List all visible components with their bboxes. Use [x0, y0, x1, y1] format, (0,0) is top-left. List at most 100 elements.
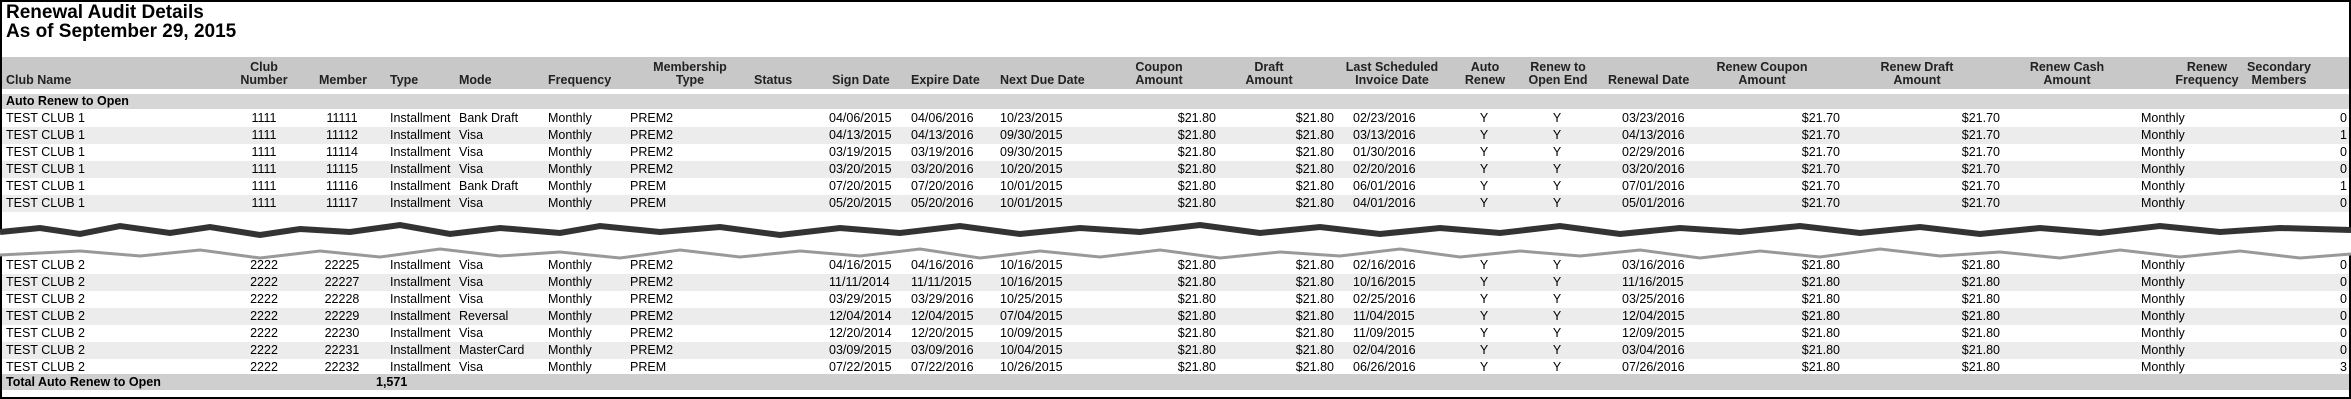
- table-cell-mode: MasterCard: [459, 343, 525, 357]
- table-cell-club-name: TEST CLUB 1: [6, 162, 85, 176]
- table-cell-coupon-amount: $21.80: [1177, 326, 1216, 340]
- table-cell-auto-renew: Y: [1479, 145, 1489, 159]
- header-renew-cash-amount: Renew Cash Amount: [2029, 60, 2105, 87]
- table-cell-sign-date: 12/20/2014: [829, 326, 892, 340]
- table-cell-renewal-date: 03/20/2016: [1622, 162, 1685, 176]
- table-cell-renew-frequency: Monthly: [2141, 162, 2185, 176]
- table-cell-club-number: 1111: [251, 111, 277, 125]
- table-cell-expire-date: 05/20/2016: [911, 196, 974, 210]
- table-cell-renew-draft-amount: $21.70: [1961, 128, 2000, 142]
- table-cell-membership-type: PREM2: [630, 292, 674, 306]
- table-cell-auto-renew: Y: [1479, 128, 1489, 142]
- table-cell-frequency: Monthly: [548, 309, 592, 323]
- header-next-due-date: Next Due Date: [1000, 73, 1085, 87]
- table-cell-renewal-date: 07/01/2016: [1622, 179, 1685, 193]
- table-cell-coupon-amount: $21.80: [1177, 162, 1216, 176]
- table-cell-secondary-members: 0: [2340, 111, 2347, 125]
- table-cell-last-scheduled-invoice-date: 03/13/2016: [1353, 128, 1416, 142]
- table-cell-renewal-date: 03/23/2016: [1622, 111, 1685, 125]
- table-row: TEST CLUB 2 2222 22230 Installment Visa Month…: [2, 325, 2349, 342]
- table-cell-renew-coupon-amount: $21.70: [1801, 128, 1840, 142]
- table-cell-club-number: 1111: [251, 162, 277, 176]
- table-cell-renewal-date: 12/09/2015: [1622, 326, 1685, 340]
- table-row: TEST CLUB 2 2222 22231 Installment MasterCar…: [2, 342, 2349, 359]
- table-cell-renew-frequency: Monthly: [2141, 309, 2185, 323]
- table-cell-renew-draft-amount: $21.80: [1961, 309, 2000, 323]
- table-cell-sign-date: 03/20/2015: [829, 162, 892, 176]
- table-cell-member: 11117: [326, 196, 358, 210]
- table-cell-secondary-members: 0: [2340, 162, 2347, 176]
- table-cell-type: Installment: [390, 292, 451, 306]
- table-cell-membership-type: PREM2: [630, 275, 674, 289]
- table-cell-secondary-members: 1: [2340, 128, 2347, 142]
- table-cell-auto-renew: Y: [1479, 162, 1489, 176]
- table-row: TEST CLUB 1 1111 11114 Installment Visa Month…: [2, 144, 2349, 161]
- table-cell-draft-amount: $21.80: [1295, 275, 1334, 289]
- table-cell-member: 22227: [324, 275, 360, 289]
- table-cell-club-name: TEST CLUB 2: [6, 275, 85, 289]
- table-cell-renew-frequency: Monthly: [2141, 128, 2185, 142]
- table-cell-club-name: TEST CLUB 1: [6, 196, 85, 210]
- table-cell-next-due-date: 09/30/2015: [1000, 145, 1063, 159]
- table-cell-sign-date: 04/13/2015: [829, 128, 892, 142]
- table-cell-frequency: Monthly: [548, 111, 592, 125]
- table-cell-club-name: TEST CLUB 1: [6, 128, 85, 142]
- table-cell-secondary-members: 0: [2340, 309, 2347, 323]
- table-cell-renew-frequency: Monthly: [2141, 343, 2185, 357]
- table-cell-auto-renew: Y: [1479, 292, 1489, 306]
- table-row: TEST CLUB 2 2222 22227 Installment Visa Month…: [2, 274, 2349, 291]
- column-header-row: Club Name Club Number Member Type Mode F…: [2, 57, 2349, 89]
- table-cell-club-name: TEST CLUB 2: [6, 326, 85, 340]
- table-cell-mode: Bank Draft: [459, 179, 519, 193]
- table-cell-renew-coupon-amount: $21.70: [1801, 196, 1840, 210]
- table-cell-next-due-date: 10/01/2015: [1000, 196, 1063, 210]
- table-cell-club-name: TEST CLUB 1: [6, 145, 85, 159]
- table-cell-renew-coupon-amount: $21.80: [1801, 309, 1840, 323]
- table-cell-mode: Visa: [459, 128, 484, 142]
- table-cell-draft-amount: $21.80: [1295, 111, 1334, 125]
- table-cell-last-scheduled-invoice-date: 02/04/2016: [1353, 343, 1416, 357]
- table-cell-renewal-date: 12/04/2015: [1622, 309, 1685, 323]
- table-cell-next-due-date: 10/20/2015: [1000, 162, 1063, 176]
- table-cell-mode: Visa: [459, 275, 484, 289]
- table-cell-auto-renew: Y: [1479, 111, 1489, 125]
- table-cell-draft-amount: $21.80: [1295, 326, 1334, 340]
- table-cell-last-scheduled-invoice-date: 04/01/2016: [1353, 196, 1416, 210]
- table-cell-auto-renew: Y: [1479, 326, 1489, 340]
- table-cell-draft-amount: $21.80: [1295, 292, 1334, 306]
- table-cell-coupon-amount: $21.80: [1177, 145, 1216, 159]
- report-title: Renewal Audit Details: [6, 2, 204, 23]
- table-cell-expire-date: 04/06/2016: [911, 111, 974, 125]
- table-cell-renew-draft-amount: $21.80: [1961, 292, 2000, 306]
- table-cell-renew-draft-amount: $21.70: [1961, 145, 2000, 159]
- table-cell-renewal-date: 04/13/2016: [1622, 128, 1685, 142]
- table-cell-renew-coupon-amount: $21.80: [1801, 343, 1840, 357]
- table-cell-expire-date: 07/20/2016: [911, 179, 974, 193]
- table-cell-draft-amount: $21.80: [1295, 309, 1334, 323]
- total-value: 1,571: [376, 375, 408, 389]
- table-cell-member: 11116: [326, 179, 358, 193]
- table-cell-renew-frequency: Monthly: [2141, 196, 2185, 210]
- table-cell-next-due-date: 10/04/2015: [1000, 343, 1063, 357]
- table-cell-next-due-date: 09/30/2015: [1000, 128, 1063, 142]
- table-cell-frequency: Monthly: [548, 179, 592, 193]
- table-cell-renew-to-open-end: Y: [1552, 145, 1562, 159]
- table-cell-club-number: 2222: [250, 309, 278, 323]
- header-renew-coupon-amount: Renew Coupon Amount: [1716, 60, 1808, 87]
- table-cell-renew-to-open-end: Y: [1552, 128, 1562, 142]
- table-row: TEST CLUB 1 1111 11117 Installment Visa Month…: [2, 195, 2349, 212]
- table-cell-renew-draft-amount: $21.70: [1961, 196, 2000, 210]
- table-cell-frequency: Monthly: [548, 162, 592, 176]
- total-label: Total Auto Renew to Open: [6, 375, 161, 389]
- table-cell-expire-date: 03/20/2016: [911, 162, 974, 176]
- table-cell-frequency: Monthly: [548, 326, 592, 340]
- table-cell-last-scheduled-invoice-date: 01/30/2016: [1353, 145, 1416, 159]
- table-cell-renew-draft-amount: $21.70: [1961, 111, 2000, 125]
- table-cell-secondary-members: 0: [2340, 196, 2347, 210]
- table-cell-renew-coupon-amount: $21.70: [1801, 145, 1840, 159]
- table-cell-draft-amount: $21.80: [1295, 179, 1334, 193]
- table-cell-club-name: TEST CLUB 2: [6, 343, 85, 357]
- table-cell-renew-to-open-end: Y: [1552, 309, 1562, 323]
- table-cell-membership-type: PREM2: [630, 162, 674, 176]
- table-cell-club-name: TEST CLUB 2: [6, 309, 85, 323]
